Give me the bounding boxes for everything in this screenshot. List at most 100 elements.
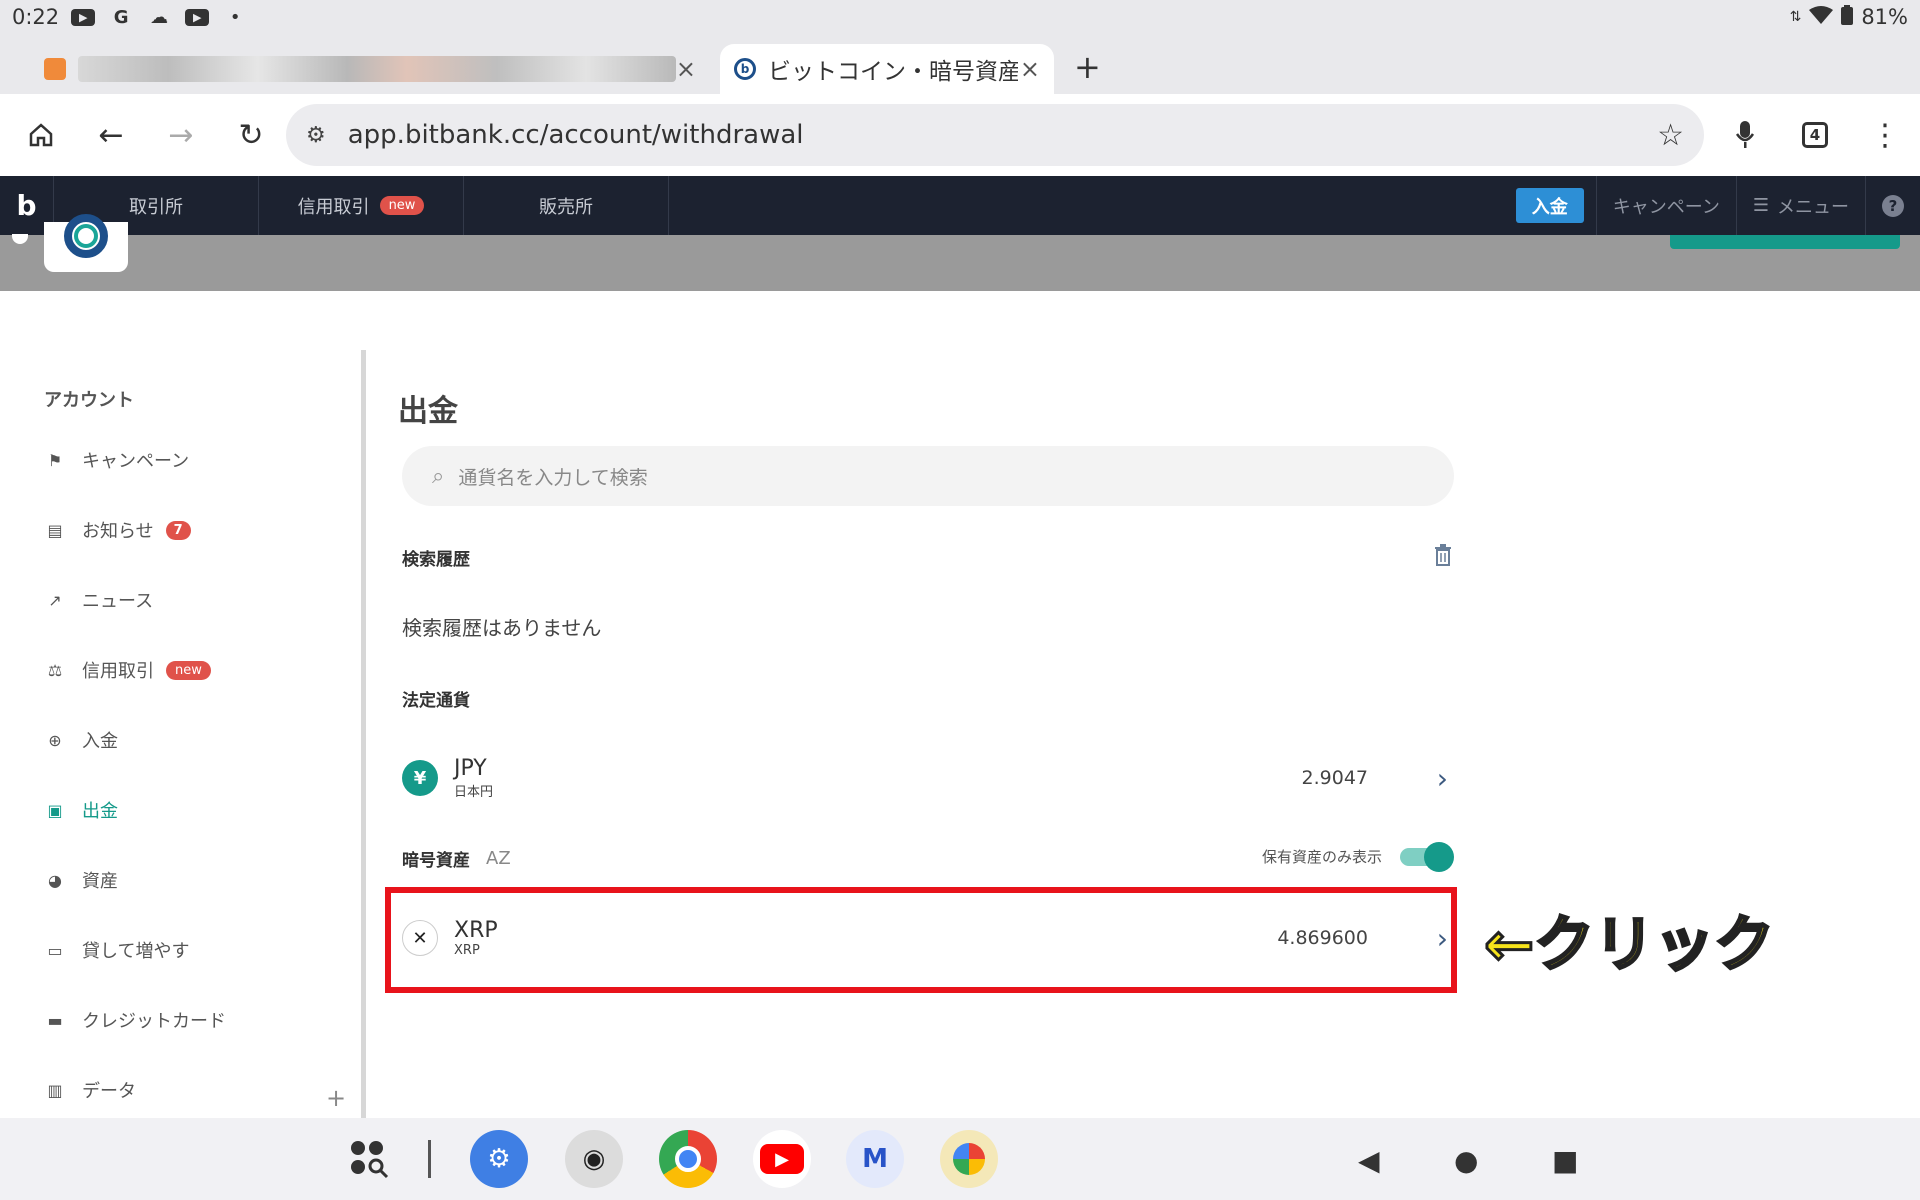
bitbank-favicon-icon: b <box>734 58 756 80</box>
tab-switcher-button[interactable]: 4 <box>1780 100 1850 170</box>
page-title: 出金 <box>398 394 458 429</box>
home-icon <box>29 123 53 147</box>
android-taskbar: ⚙ ◉ ▶ M ◀ ● ■ <box>0 1118 1920 1200</box>
sidebar-item-label: 信用取引 <box>82 661 154 682</box>
youtube-notification-icon: ▶ <box>71 8 96 26</box>
sidebar-item-data[interactable]: ▥ データ <box>44 1070 344 1110</box>
campaign-link[interactable]: キャンペーン <box>1595 176 1736 235</box>
chrome-app-icon[interactable] <box>659 1130 717 1188</box>
sidebar-divider <box>361 350 366 1120</box>
sidebar-item-label: ニュース <box>82 591 154 612</box>
site-settings-icon[interactable]: ⚙ <box>306 123 326 148</box>
scale-icon: ⚖ <box>47 660 63 680</box>
nav-store[interactable]: 販売所 <box>464 176 669 235</box>
expand-data-button[interactable]: + <box>326 1084 346 1112</box>
deposit-button[interactable]: 入金 <box>1515 188 1584 223</box>
clock: 0:22 <box>12 5 60 29</box>
sidebar-item-withdrawal[interactable]: ▣ 出金 <box>44 790 344 830</box>
account-sidebar: アカウント ⚑ キャンペーン ▤ お知らせ 7 ↗ ニュース ⚖ 信用取引 ne… <box>0 350 365 1118</box>
battery-percent: 81% <box>1861 5 1908 29</box>
sidebar-item-label: クレジットカード <box>82 1011 226 1032</box>
help-button[interactable]: ? <box>1865 176 1920 235</box>
clipboard-icon: ▥ <box>47 1080 63 1100</box>
address-bar[interactable]: ⚙ app.bitbank.cc/account/withdrawal ☆ <box>286 104 1704 166</box>
new-badge: new <box>166 660 211 680</box>
close-tab-icon[interactable]: × <box>676 55 696 83</box>
nav-exchange-label: 取引所 <box>129 196 183 218</box>
more-notifications-dot-icon: • <box>229 6 241 28</box>
recents-nav-icon[interactable]: ■ <box>1552 1144 1578 1177</box>
sidebar-item-campaign[interactable]: ⚑ キャンペーン <box>44 440 344 480</box>
meta-app-icon[interactable]: M <box>846 1130 904 1188</box>
sidebar-item-news[interactable]: ↗ ニュース <box>44 580 344 620</box>
blurred-tab-title <box>77 56 676 82</box>
sidebar-title: アカウント <box>44 390 134 411</box>
holdings-only-toggle[interactable] <box>1400 842 1454 872</box>
band-green-button[interactable] <box>1670 235 1900 249</box>
site-header: b 取引所 信用取引 new 販売所 入金 キャンペーン ☰ メニュー ? <box>0 176 1920 235</box>
nav-margin-trading[interactable]: 信用取引 new <box>259 176 464 235</box>
sidebar-item-credit-card[interactable]: ▬ クレジットカード <box>44 1000 344 1040</box>
credit-card-icon: ▬ <box>47 1010 63 1030</box>
app-search-icon[interactable] <box>342 1130 400 1188</box>
account-logo <box>44 214 128 272</box>
cash-icon: ▭ <box>47 940 63 960</box>
browser-toolbar: ← → ↻ ⚙ app.bitbank.cc/account/withdrawa… <box>0 94 1920 176</box>
back-button[interactable]: ← <box>76 100 146 170</box>
pie-chart-icon: ◕ <box>48 870 62 890</box>
toggle-knob <box>1424 842 1454 872</box>
home-button[interactable] <box>6 100 76 170</box>
close-tab-icon[interactable]: × <box>1020 55 1040 83</box>
tab-title: ビットコイン・暗号資産 <box>768 59 1018 85</box>
browser-tab-inactive[interactable]: × <box>30 44 710 94</box>
sidebar-item-label: 出金 <box>82 801 118 822</box>
url-text[interactable]: app.bitbank.cc/account/withdrawal <box>348 120 804 150</box>
plus-circle-icon: ⊕ <box>48 730 62 750</box>
sidebar-item-lending[interactable]: ▭ 貸して増やす <box>44 930 344 970</box>
help-icon: ? <box>1882 194 1904 217</box>
sidebar-item-deposit[interactable]: ⊕ 入金 <box>44 720 344 760</box>
back-nav-icon[interactable]: ◀ <box>1358 1144 1380 1177</box>
chevron-right-icon: › <box>1436 761 1448 795</box>
notification-count-badge: 7 <box>165 520 191 540</box>
currency-balance: 2.9047 <box>1301 767 1368 789</box>
sort-az-icon[interactable]: AZ <box>486 848 511 869</box>
menu-button[interactable]: ☰ メニュー <box>1735 176 1865 235</box>
cloud-icon: ☁ <box>150 6 169 28</box>
trash-icon[interactable] <box>1434 544 1452 572</box>
voice-search-button[interactable] <box>1710 100 1780 170</box>
new-tab-button[interactable]: + <box>1074 48 1101 86</box>
reload-button[interactable]: ↻ <box>216 100 286 170</box>
taskbar-divider <box>428 1140 431 1178</box>
forward-button[interactable]: → <box>146 100 216 170</box>
data-arrows-icon: ⇅ <box>1789 9 1802 25</box>
fiat-heading: 法定通貨 <box>402 691 470 711</box>
sidebar-item-label: 貸して増やす <box>82 941 190 962</box>
status-bar: 0:22 ▶ G ☁ ▶ • ⇅ 81% <box>0 0 1920 34</box>
home-nav-icon[interactable]: ● <box>1454 1144 1478 1177</box>
youtube-app-icon[interactable]: ▶ <box>753 1130 811 1188</box>
yen-icon: ¥ <box>402 760 438 796</box>
browser-tab-active[interactable]: b ビットコイン・暗号資産 × <box>720 44 1054 94</box>
new-badge: new <box>379 196 425 215</box>
tab-count: 4 <box>1802 122 1828 148</box>
sidebar-item-assets[interactable]: ◕ 資産 <box>44 860 344 900</box>
search-icon: ⌕ <box>432 463 445 489</box>
sidebar-item-notices[interactable]: ▤ お知らせ 7 <box>44 510 344 550</box>
currency-search-input[interactable]: ⌕ 通貨名を入力して検索 <box>402 446 1454 506</box>
search-history-empty: 検索履歴はありません <box>402 616 602 640</box>
photos-app-icon[interactable] <box>940 1130 998 1188</box>
red-highlight-box <box>385 887 1457 993</box>
wallet-icon: ▣ <box>47 800 63 820</box>
bookmark-star-icon[interactable]: ☆ <box>1657 118 1684 153</box>
browser-menu-button[interactable]: ⋮ <box>1850 100 1920 170</box>
browser-tab-strip: × b ビットコイン・暗号資産 × + <box>0 34 1920 94</box>
message-icon: ▤ <box>47 520 63 540</box>
crypto-heading: 暗号資産 AZ <box>402 846 511 871</box>
sidebar-item-label: 入金 <box>82 731 118 752</box>
currency-row-jpy[interactable]: ¥ JPY 日本円 2.9047 › <box>402 743 1452 813</box>
settings-app-icon[interactable]: ⚙ <box>470 1130 528 1188</box>
camera-app-icon[interactable]: ◉ <box>565 1130 623 1188</box>
sidebar-item-margin[interactable]: ⚖ 信用取引 new <box>44 650 344 690</box>
nav-store-label: 販売所 <box>539 196 593 218</box>
